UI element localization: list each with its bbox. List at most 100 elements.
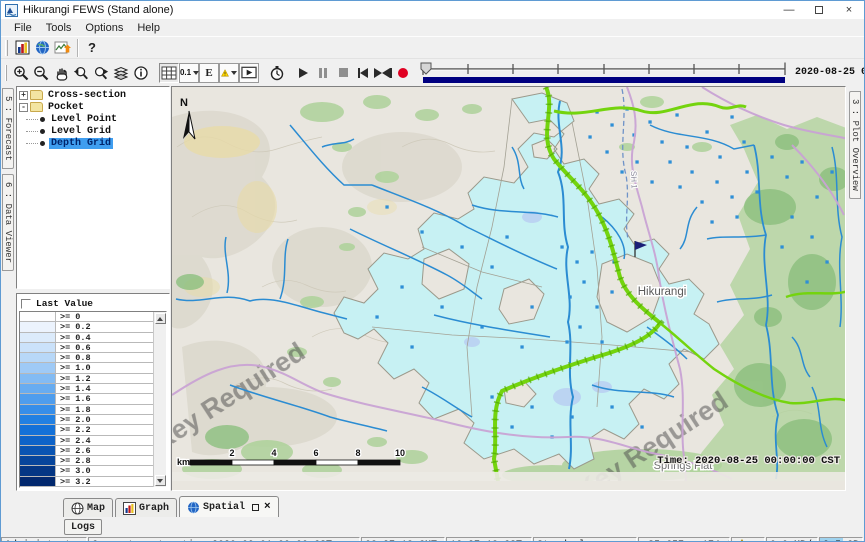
menu-options[interactable]: Options [78,21,130,35]
legend-row: >= 2.0 [20,415,153,425]
status-user-name: Administrator [1,537,87,542]
zoom-previous-button[interactable] [71,63,91,83]
svg-text:2: 2 [229,448,234,458]
panel-tab-plot-overview[interactable]: 3 : Plot Overview [849,91,861,199]
pause-button[interactable] [313,63,333,83]
tree-expander[interactable]: + [19,91,28,100]
legend-swatch [20,394,56,403]
map-toolbar: 0.1 E [1,58,864,86]
svg-text:8: 8 [355,448,360,458]
timeseries-dialog-button[interactable] [52,38,73,58]
status-warning [731,537,765,542]
tree-item[interactable]: +Cross-section [18,89,168,101]
bar-chart-icon [123,502,136,515]
info-button[interactable] [131,63,151,83]
tab-close-icon[interactable]: × [264,503,271,512]
scroll-up-button[interactable] [155,313,166,324]
legend-row: >= 1.4 [20,384,153,394]
svg-text:6: 6 [313,448,318,458]
panel-tab-data-viewer[interactable]: 6 : Data Viewer [2,174,14,271]
legend-swatch [20,353,56,362]
stop-button[interactable] [333,63,353,83]
grid-display-button[interactable] [159,63,179,83]
step-backward-icon [358,68,368,78]
legend-swatch [20,425,56,434]
record-icon [398,68,408,78]
globe-icon [187,501,200,514]
logs-row: Logs [1,517,864,537]
tab-map[interactable]: Map [63,498,113,517]
class-interval-dropdown[interactable]: 0.1 [179,63,199,83]
toolbar-grip[interactable] [5,65,7,81]
map-canvas[interactable]: API Key Required API Key Required [172,87,846,481]
chevron-down-icon [231,71,237,75]
tab-maximize-icon[interactable] [252,504,259,511]
thresholds-dropdown[interactable] [219,63,239,83]
time-slider[interactable] [419,60,791,86]
tree-connector [26,119,38,120]
legend-swatch [20,322,56,331]
tree-item[interactable]: Level Point [18,113,168,125]
last-value-label: Last Value [36,298,93,309]
legend-list: >= 0>= 0.2>= 0.4>= 0.6>= 0.8>= 1.0>= 1.2… [20,312,153,487]
legend-label: >= 2.2 [56,425,91,434]
right-tab-strip: 3 : Plot Overview [846,86,864,491]
zoom-out-button[interactable] [31,63,51,83]
status-operation-mode: Stand alone [533,537,637,542]
close-button[interactable]: × [834,1,864,19]
maximize-button[interactable] [804,1,834,19]
map-viewport[interactable]: API Key Required API Key Required [171,86,846,491]
scroll-down-button[interactable] [155,475,166,486]
legend-swatch [20,374,56,383]
legend-label: >= 3.0 [56,466,91,475]
tab-spatial[interactable]: Spatial × [179,496,279,517]
legend-panel: Last Value >= 0>= 0.2>= 0.4>= 0.6>= 0.8>… [16,293,170,491]
tree-item[interactable]: Depth Grid [18,137,168,149]
zoom-next-button[interactable] [91,63,111,83]
logs-button[interactable]: Logs [64,519,102,535]
zoom-in-button[interactable] [11,63,31,83]
status-network-rate: 0.0 MB/s [766,537,818,542]
folder-icon [30,90,43,100]
minimize-button[interactable]: — [774,1,804,19]
layers-button[interactable] [111,63,131,83]
legend-label: >= 2.8 [56,456,91,465]
interval-value: 0.1 [180,68,191,77]
menu-tools[interactable]: Tools [39,21,79,35]
tree-item[interactable]: Level Grid [18,125,168,137]
legend-row: >= 0.8 [20,353,153,363]
map-display-button[interactable] [32,38,52,58]
tree-item[interactable]: -Pocket [18,101,168,113]
time-navigator-button[interactable] [267,63,287,83]
animation-button[interactable] [239,63,259,83]
legend-row: >= 2.8 [20,456,153,466]
record-button[interactable] [393,63,413,83]
step-backward-button[interactable] [353,63,373,83]
zoom-out-icon [33,65,49,81]
status-mouse-coordinates: -35.657 , 174.199 [638,537,730,542]
legend-editor-button[interactable]: E [199,63,219,83]
bullet-icon [40,129,45,134]
layers-icon [113,65,129,81]
menu-file[interactable]: File [7,21,39,35]
step-forward-button[interactable] [373,63,393,83]
legend-editor-icon: E [205,67,212,79]
legend-label: >= 1.0 [56,363,91,372]
legend-label: >= 1.4 [56,384,91,393]
database-viewer-button[interactable] [12,38,32,58]
tree: +Cross-section-PocketLevel PointLevel Gr… [16,86,170,289]
last-value-checkbox[interactable] [21,299,31,309]
zoom-in-icon [13,65,29,81]
tab-graph[interactable]: Graph [115,498,177,517]
pan-button[interactable] [51,63,71,83]
toolbar-grip[interactable] [5,40,8,56]
legend-row: >= 3.2 [20,477,153,487]
tree-connector [26,131,38,132]
legend-scrollbar[interactable] [153,312,166,487]
help-button[interactable]: ? [82,38,102,58]
arrow-up-icon [157,317,163,321]
panel-tab-forecast[interactable]: 5 : Forecast [2,88,14,169]
menu-help[interactable]: Help [130,21,167,35]
play-button[interactable] [293,63,313,83]
tree-expander[interactable]: - [19,103,28,112]
